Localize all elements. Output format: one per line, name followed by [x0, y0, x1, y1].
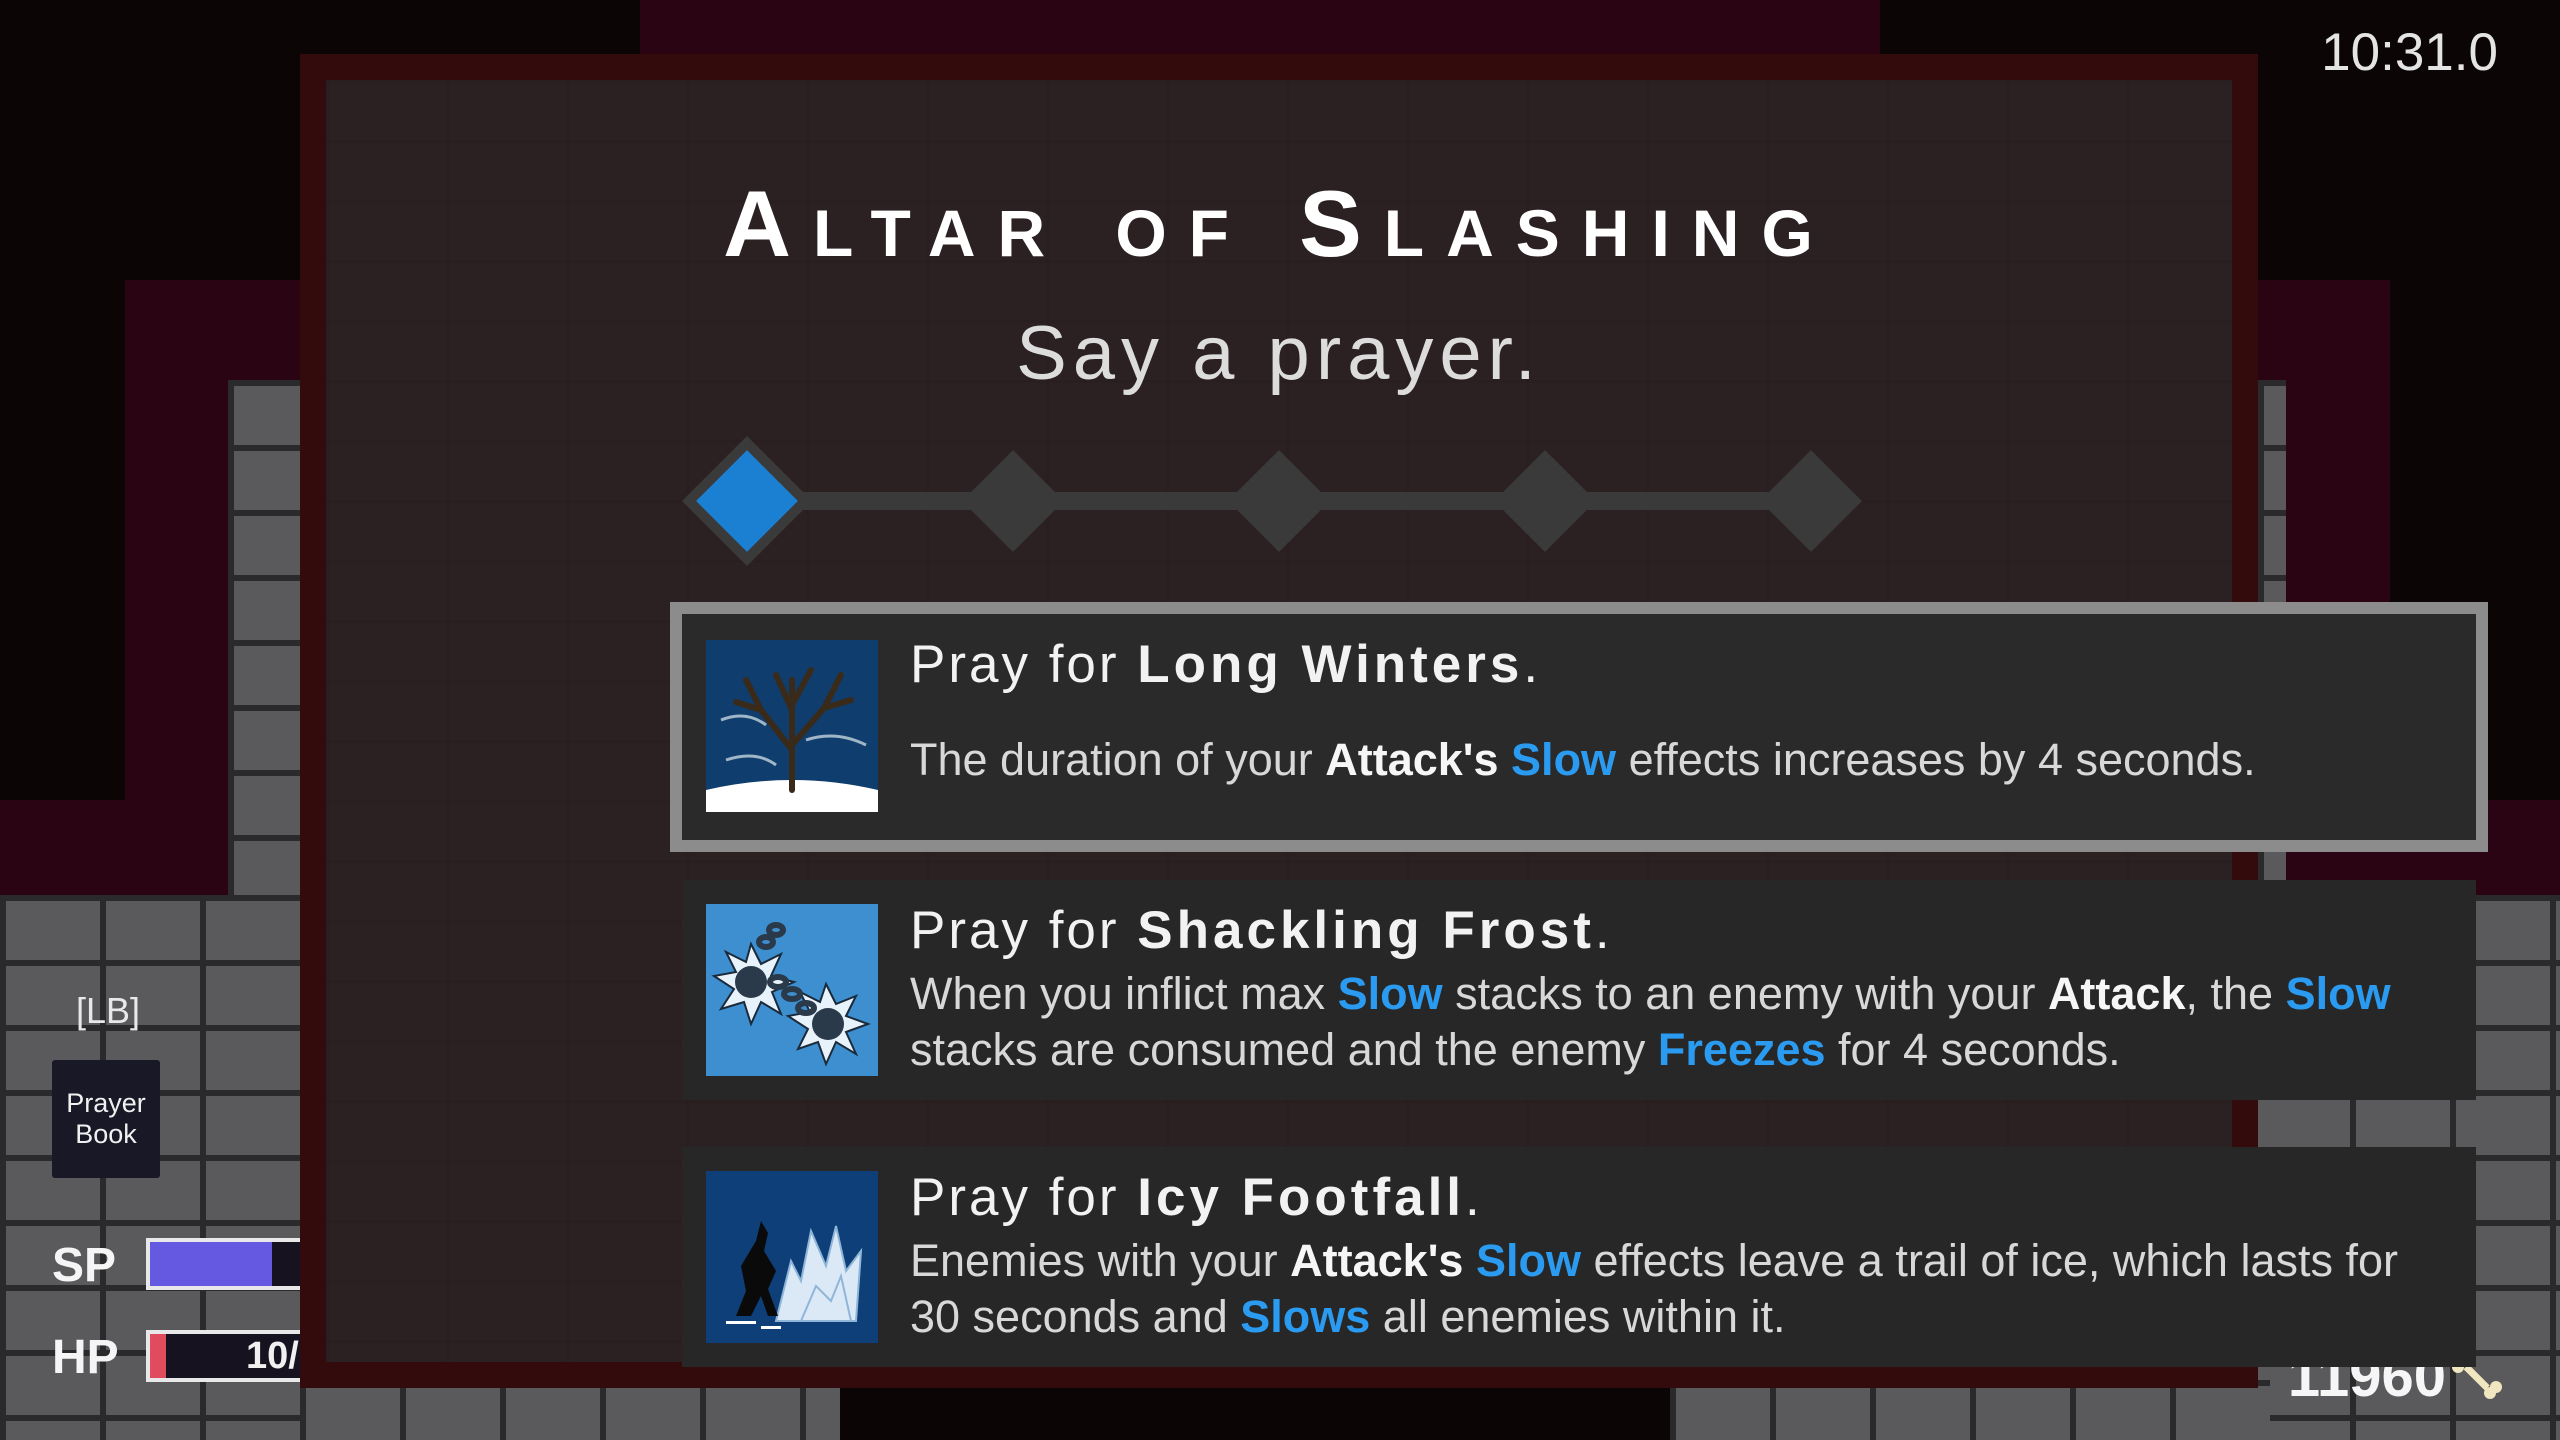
option-description: Enemies with your Attack's Slow effects … [910, 1233, 2446, 1345]
keyword-highlight: Slow [1337, 968, 1443, 1019]
brick-floor-bottom [300, 1380, 840, 1440]
keyword-bold: Attack [2047, 968, 2186, 1019]
keyword-highlight: Freezes [1657, 1024, 1826, 1075]
description-text [1463, 1235, 1476, 1286]
brick-pillar-left [228, 380, 308, 900]
sp-bar-fill [150, 1242, 273, 1286]
lb-button-hint: [LB] [75, 990, 141, 1031]
brick-floor-bottom-right [1670, 1380, 2270, 1440]
hp-bar-fill [150, 1334, 167, 1378]
option-title: Pray for Icy Footfall. [910, 1168, 1483, 1227]
option-description: When you inflict max Slow stacks to an e… [910, 966, 2446, 1078]
icy-footfall-icon [706, 1171, 878, 1343]
altar-title: Altar of Slashing [723, 171, 1835, 276]
prayer-book-button[interactable]: Prayer Book [52, 1060, 160, 1178]
description-text: effects increases by 4 seconds. [1616, 734, 2256, 785]
sp-label: SP [52, 1239, 117, 1292]
altar-dialog: Altar of Slashing Say a prayer. Pray for… [300, 54, 2488, 1388]
prayer-option-shackling-frost[interactable]: Pray for Shackling Frost. When you infli… [682, 880, 2476, 1100]
description-text [1499, 734, 1512, 785]
keyword-bold: Attack's [1290, 1235, 1464, 1286]
icy-shackles-icon [706, 904, 878, 1076]
progress-step-1 [696, 450, 798, 552]
keyword-highlight: Slow [2285, 968, 2391, 1019]
description-text: for 4 seconds. [1825, 1024, 2121, 1075]
keyword-highlight: Slows [1240, 1291, 1371, 1342]
description-text: stacks to an enemy with your [1442, 968, 2048, 1019]
keyword-bold: Attack's [1325, 734, 1499, 785]
altar-subtitle: Say a prayer. [1016, 311, 1542, 396]
progress-step-5 [1760, 450, 1862, 552]
progress-step-4 [1494, 450, 1596, 552]
background-corridor [640, 0, 1880, 60]
winter-tree-icon [706, 640, 878, 812]
hp-label: HP [52, 1331, 119, 1384]
option-description: The duration of your Attack's Slow effec… [910, 732, 2446, 788]
option-title: Pray for Long Winters. [910, 635, 1542, 694]
description-text: Enemies with your [910, 1235, 1291, 1286]
run-timer: 10:31.0 [2321, 23, 2498, 82]
option-title: Pray for Shackling Frost. [910, 901, 1613, 960]
description-text: When you inflict max [910, 968, 1338, 1019]
keyword-highlight: Slow [1511, 734, 1617, 785]
prayer-option-icy-footfall[interactable]: Pray for Icy Footfall. Enemies with your… [682, 1147, 2476, 1367]
prayer-option-long-winters[interactable]: Pray for Long Winters. The duration of y… [670, 602, 2488, 852]
description-text: The duration of your [910, 734, 1326, 785]
progress-step-2 [962, 450, 1064, 552]
progress-step-3 [1228, 450, 1330, 552]
altar-dialog-body: Altar of Slashing Say a prayer. Pray for… [326, 80, 2488, 1367]
description-text: stacks are consumed and the enemy [910, 1024, 1658, 1075]
description-text: , the [2185, 968, 2286, 1019]
description-text: all enemies within it. [1370, 1291, 1786, 1342]
keyword-highlight: Slow [1475, 1235, 1581, 1286]
